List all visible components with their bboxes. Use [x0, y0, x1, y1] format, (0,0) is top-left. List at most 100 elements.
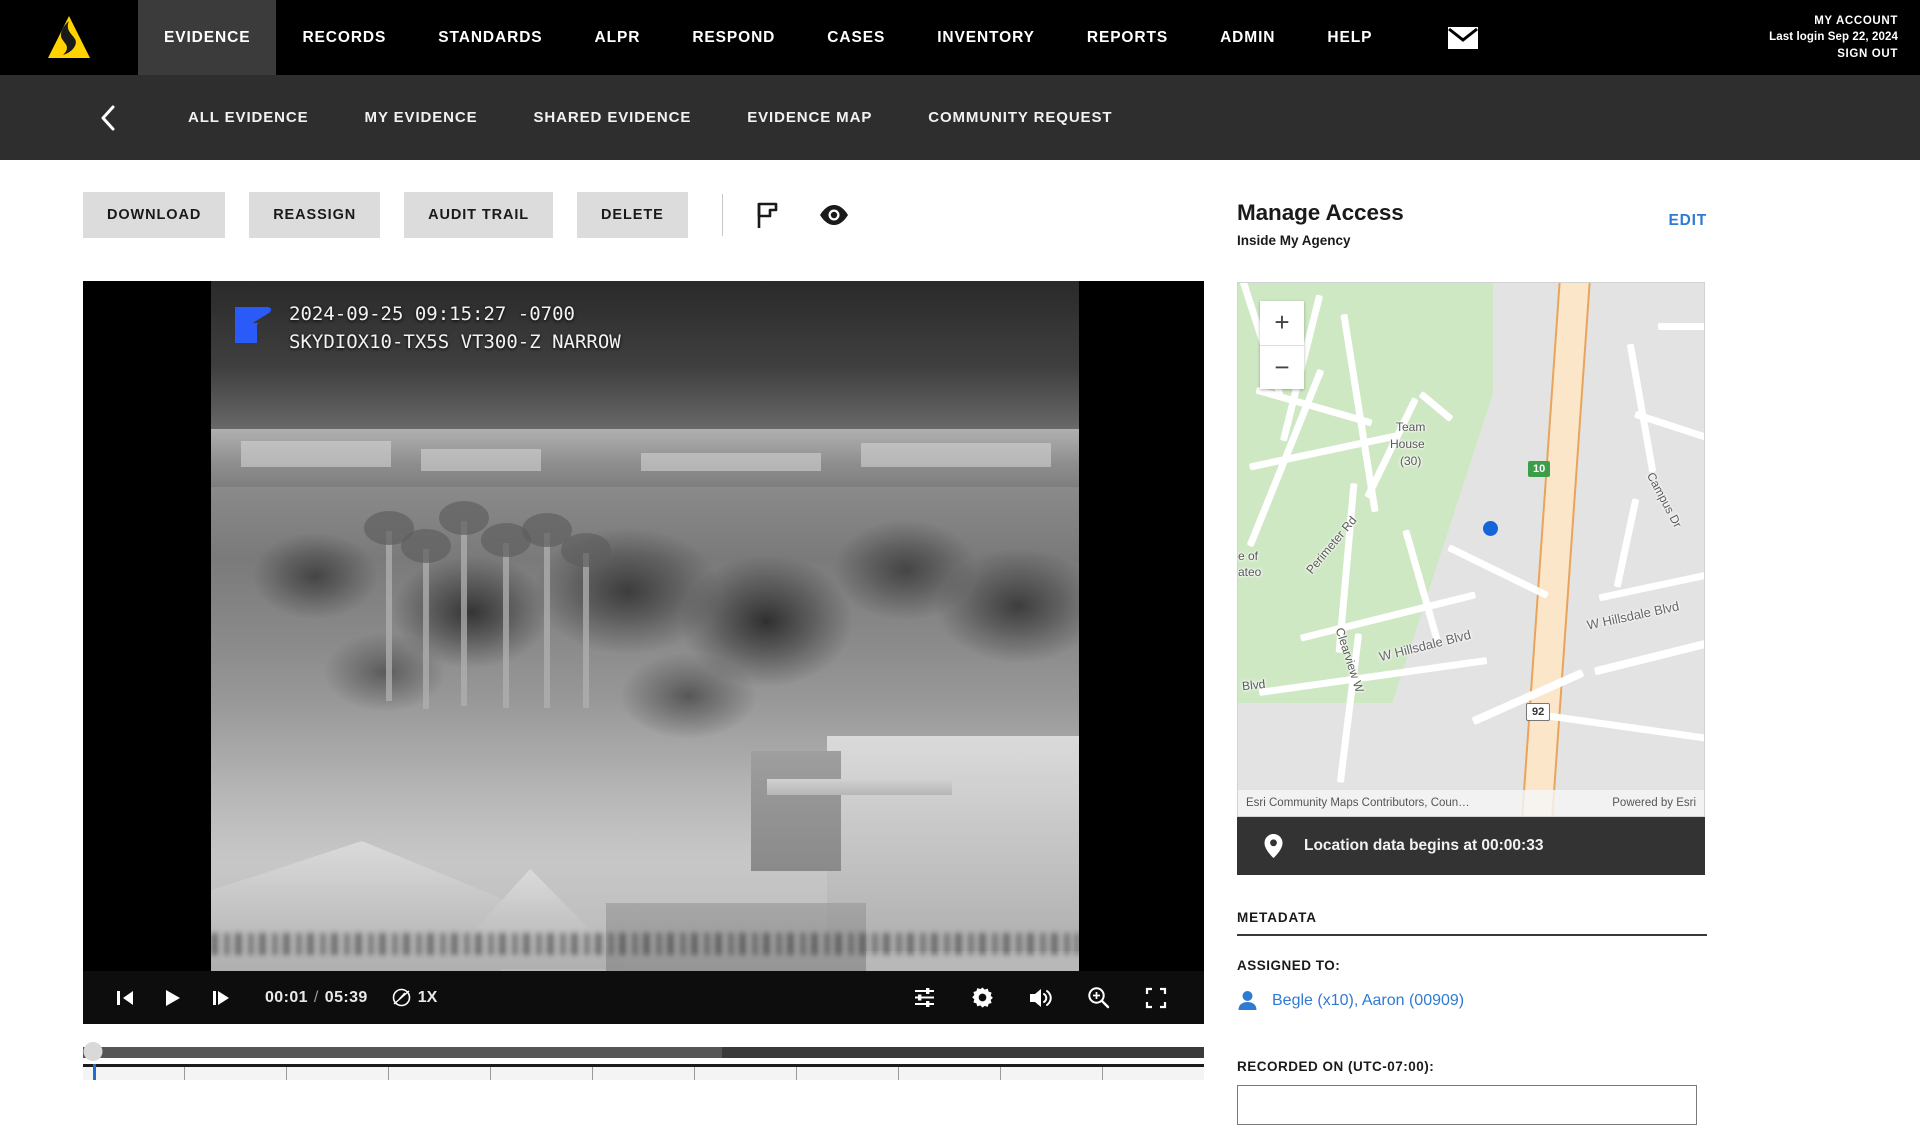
volume-icon[interactable] [1022, 980, 1058, 1016]
map-road [1626, 343, 1657, 473]
flag-icon-glyph [757, 202, 777, 228]
map-attribution-right: Powered by Esri [1612, 797, 1696, 809]
last-login-text: Last login Sep 22, 2024 [1769, 31, 1898, 44]
filmstrip-cell[interactable] [389, 1067, 491, 1080]
zoom-in-glyph [1087, 987, 1109, 1009]
subnav-item-evidence-map[interactable]: EVIDENCE MAP [719, 109, 900, 126]
filmstrip-cell[interactable] [287, 1067, 389, 1080]
manage-access-text-block: Manage Access Inside My Agency [1237, 200, 1404, 248]
nav-item-evidence[interactable]: EVIDENCE [138, 0, 277, 75]
location-map[interactable]: Team House (30) Campus Dr Perimeter Rd C… [1237, 282, 1705, 817]
filmstrip-cell[interactable] [1001, 1067, 1103, 1080]
flag-icon[interactable] [751, 198, 785, 232]
nav-item-standards[interactable]: STANDARDS [412, 0, 568, 75]
filmstrip-cell[interactable] [185, 1067, 287, 1080]
my-account-link[interactable]: MY ACCOUNT [1814, 13, 1898, 29]
video-overlay-line-1: 2024-09-25 09:15:27 -0700 [289, 303, 575, 325]
fullscreen-icon[interactable] [1138, 980, 1174, 1016]
nav-label: HELP [1327, 28, 1373, 46]
gear-icon[interactable] [964, 980, 1000, 1016]
mail-icon-glyph [1448, 26, 1479, 49]
step-forward-glyph [213, 990, 229, 1005]
timeline-scrubber-area[interactable] [83, 1035, 1204, 1080]
video-palm [522, 513, 572, 708]
subnav-item-my-evidence[interactable]: MY EVIDENCE [337, 109, 506, 126]
map-marker-dot[interactable] [1483, 521, 1498, 536]
audit-trail-button[interactable]: AUDIT TRAIL [404, 192, 554, 238]
step-backward-glyph [117, 990, 133, 1005]
video-tree-canopy [211, 456, 1079, 756]
video-palm [401, 529, 451, 709]
nav-item-admin[interactable]: ADMIN [1194, 0, 1301, 75]
playback-speed-control[interactable]: 1X [392, 988, 437, 1007]
nav-label: ADMIN [1220, 28, 1276, 46]
map-zoom-out-button[interactable]: − [1260, 346, 1304, 390]
filmstrip-cell[interactable] [593, 1067, 695, 1080]
subnav-item-shared-evidence[interactable]: SHARED EVIDENCE [506, 109, 720, 126]
location-pin-icon [1264, 834, 1283, 858]
zoom-in-icon[interactable] [1080, 980, 1116, 1016]
filmstrip-cell[interactable] [491, 1067, 593, 1080]
delete-button[interactable]: DELETE [577, 192, 688, 238]
time-display: 00:01 / 05:39 [265, 989, 368, 1007]
nav-item-reports[interactable]: REPORTS [1061, 0, 1194, 75]
metadata-title: METADATA [1237, 910, 1707, 936]
nav-label: REPORTS [1086, 28, 1169, 46]
filmstrip-cell[interactable] [83, 1067, 185, 1080]
recorded-on-field[interactable] [1237, 1085, 1697, 1125]
chevron-left-icon[interactable] [90, 101, 124, 135]
axon-logo-icon[interactable] [0, 0, 138, 75]
time-separator: / [313, 988, 319, 1006]
map-shield-10: 10 [1528, 461, 1551, 477]
step-forward-icon[interactable] [203, 980, 239, 1016]
adjustments-glyph [914, 988, 934, 1007]
eye-icon[interactable] [817, 198, 851, 232]
subnav-item-community-request[interactable]: COMMUNITY REQUEST [900, 109, 1140, 126]
filmstrip-cell[interactable] [695, 1067, 797, 1080]
nav-label: CASES [827, 28, 886, 46]
manage-access-header: Manage Access Inside My Agency EDIT [1237, 200, 1707, 248]
filmstrip-cell[interactable] [1103, 1067, 1204, 1080]
filmstrip-cell[interactable] [797, 1067, 899, 1080]
scrubber-handle[interactable] [83, 1042, 103, 1061]
nav-item-records[interactable]: RECORDS [276, 0, 412, 75]
filmstrip-cell[interactable] [899, 1067, 1001, 1080]
edit-access-button[interactable]: EDIT [1668, 212, 1707, 230]
video-frame[interactable]: 2024-09-25 09:15:27 -0700 SKYDIOX10-TX5S… [211, 281, 1079, 973]
filmstrip[interactable] [83, 1064, 1204, 1080]
player-left-controls: 00:01 / 05:39 1X [83, 980, 437, 1016]
nav-item-help[interactable]: HELP [1301, 0, 1398, 75]
step-backward-icon[interactable] [107, 980, 143, 1016]
reassign-button[interactable]: REASSIGN [249, 192, 381, 238]
eye-icon-glyph [819, 205, 848, 225]
subnav-item-all-evidence[interactable]: ALL EVIDENCE [160, 109, 337, 126]
map-label-campus-dr: Campus Dr [1643, 469, 1685, 531]
filmstrip-playhead[interactable] [93, 1064, 97, 1080]
player-control-bar: 00:01 / 05:39 1X [83, 971, 1204, 1024]
map-label-team: Team [1396, 420, 1426, 434]
manage-access-subtitle: Inside My Agency [1237, 233, 1351, 248]
nav-item-alpr[interactable]: ALPR [569, 0, 667, 75]
play-icon [166, 989, 180, 1006]
nav-item-inventory[interactable]: INVENTORY [911, 0, 1061, 75]
adjustments-icon[interactable] [906, 980, 942, 1016]
person-icon [1238, 991, 1257, 1010]
current-time: 00:01 [265, 988, 308, 1006]
nav-item-respond[interactable]: RESPOND [666, 0, 801, 75]
location-data-text: Location data begins at 00:00:33 [1304, 837, 1544, 854]
duration: 05:39 [324, 988, 368, 1006]
map-zoom-in-button[interactable]: + [1260, 301, 1304, 346]
map-label-w-hillsdale-blvd-2: W Hillsdale Blvd [1585, 598, 1681, 633]
assignee-link[interactable]: Begle (x10), Aaron (00909) [1272, 992, 1464, 1010]
play-button[interactable] [155, 980, 191, 1016]
sign-out-link[interactable]: SIGN OUT [1837, 46, 1898, 62]
mail-icon[interactable] [1420, 0, 1506, 75]
download-button[interactable]: DOWNLOAD [83, 192, 226, 238]
nav-item-cases[interactable]: CASES [801, 0, 911, 75]
video-player-panel[interactable]: 2024-09-25 09:15:27 -0700 SKYDIOX10-TX5S… [83, 281, 1204, 1024]
video-canopy [767, 779, 952, 795]
toolbar-divider [721, 194, 723, 236]
scrubber-track[interactable] [83, 1047, 1204, 1058]
video-overlay-line-2: SKYDIOX10-TX5S VT300-Z NARROW [289, 331, 621, 353]
metadata-section: METADATA ASSIGNED TO: Begle (x10), Aaron… [1237, 910, 1707, 1125]
